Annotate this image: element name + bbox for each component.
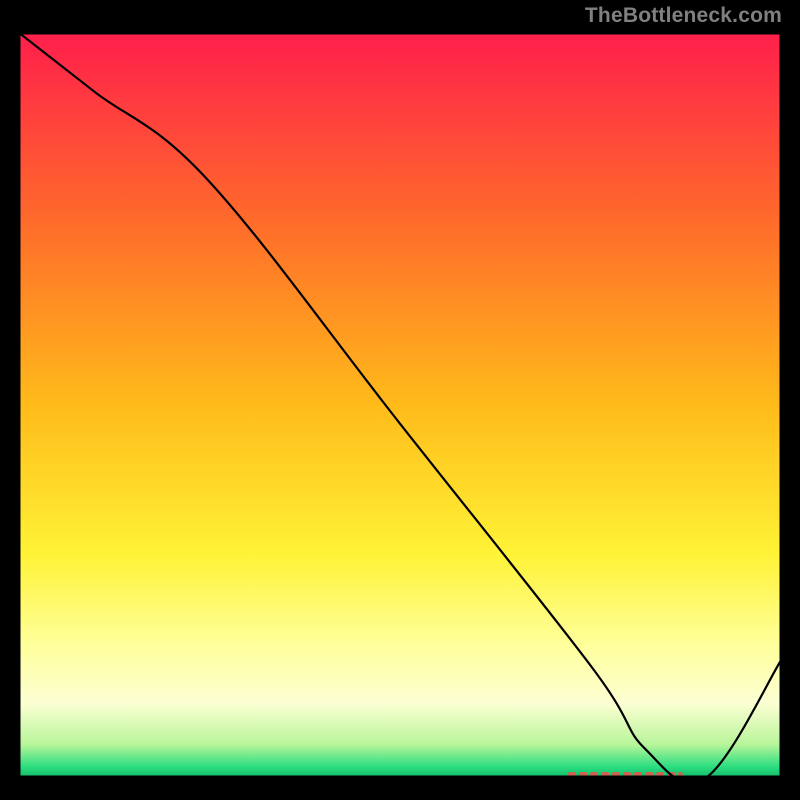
attribution-text: TheBottleneck.com <box>585 4 782 28</box>
chart-background <box>18 32 782 778</box>
chart-svg <box>18 32 782 778</box>
chart-plot-area <box>18 32 782 778</box>
